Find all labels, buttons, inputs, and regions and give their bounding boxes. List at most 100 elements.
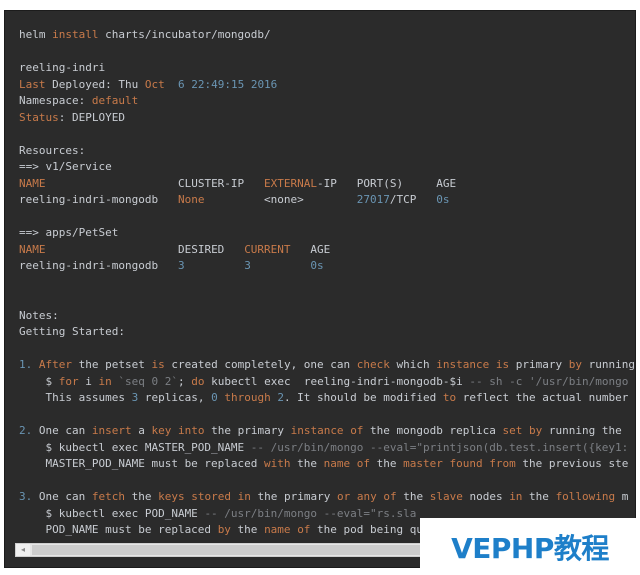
code-token: ; <box>177 374 192 388</box>
code-token: <none> <box>204 193 357 206</box>
code-token: POD_NAME must be replaced <box>19 523 218 536</box>
code-token: fetch <box>91 490 125 503</box>
terminal-line: Namespace: default <box>19 93 635 110</box>
code-token: AGE <box>290 242 331 256</box>
code-token: Namespace: <box>19 94 92 107</box>
terminal-line: reeling-indri-mongodb 3 3 0s <box>19 258 635 275</box>
terminal-line: MASTER_POD_NAME must be replaced with th… <box>19 456 635 473</box>
code-token: default <box>91 94 139 107</box>
code-token: CURRENT <box>244 242 291 256</box>
code-token: Deployed: Thu <box>45 77 145 91</box>
code-token: the <box>124 490 159 503</box>
code-token: the <box>396 490 430 503</box>
code-token: 0 <box>211 391 218 404</box>
code-token: instance <box>436 358 490 371</box>
code-token: 6 22:49:15 2016 <box>177 77 278 91</box>
code-token: the <box>522 490 556 503</box>
terminal-line: Resources: <box>19 143 635 160</box>
code-token: 0s <box>310 259 324 272</box>
code-token: reeling-indri <box>19 61 106 74</box>
code-token: Status <box>19 110 59 124</box>
code-token: running the following command <box>588 358 635 371</box>
code-token: : DEPLOYED <box>58 110 125 124</box>
code-token: $ kubectl exec MASTER_POD_NAME <box>19 440 251 454</box>
terminal-line: ==> v1/Service <box>19 159 635 176</box>
terminal-line: 1. After the petset is created completel… <box>19 357 635 374</box>
code-token: to <box>442 391 457 404</box>
code-token: the primary <box>204 424 291 437</box>
code-token: kubectl exec reeling-indri-mongodb-$i <box>204 374 470 388</box>
code-token: . It should be modified <box>283 391 443 404</box>
code-token: $ <box>19 374 59 388</box>
code-token: 2 <box>277 391 284 404</box>
terminal-output: helm install charts/incubator/mongodb/re… <box>4 10 636 568</box>
code-token: key <box>151 424 172 437</box>
code-token: primary <box>509 358 569 371</box>
code-token: running the <box>542 424 622 437</box>
code-token: name <box>264 523 291 536</box>
code-token: stored <box>191 490 231 503</box>
watermark-logo: VEPHP教程 <box>420 518 640 575</box>
code-token: -IP PORT(S) AGE <box>317 176 457 190</box>
code-token: 3 <box>177 259 185 272</box>
code-token: from <box>489 457 516 470</box>
code-token: install <box>52 28 99 41</box>
code-token: of <box>383 490 397 503</box>
terminal-line: Last Deployed: Thu Oct 6 22:49:15 2016 <box>19 77 635 94</box>
code-token: Getting Started: <box>19 325 125 338</box>
terminal-line: ==> apps/PetSet <box>19 225 635 242</box>
code-token: of <box>297 523 311 536</box>
code-token: check <box>356 358 390 371</box>
code-token: m <box>615 490 629 503</box>
code-token: with <box>264 457 291 470</box>
code-token: `seq 0 2` <box>118 374 178 388</box>
code-token: 0s <box>436 193 450 206</box>
code-token: EXTERNAL <box>264 176 318 190</box>
code-token: 3. <box>19 490 39 503</box>
terminal-line: helm install charts/incubator/mongodb/ <box>19 27 635 44</box>
code-token: any <box>356 490 377 503</box>
code-token: set <box>502 424 523 437</box>
terminal-line: NAME CLUSTER-IP EXTERNAL-IP PORT(S) AGE <box>19 176 635 193</box>
code-token: 2. <box>19 424 39 437</box>
code-token: the primary <box>250 490 337 503</box>
terminal-line: This assumes 3 replicas, 0 through 2. It… <box>19 390 635 407</box>
code-token: name <box>323 457 351 470</box>
code-token: through <box>224 391 271 404</box>
code-token: -- /usr/bin/mongo --eval="printjson(db.t… <box>250 440 629 454</box>
scroll-left-icon[interactable]: ◂ <box>16 544 30 556</box>
code-token: Last <box>19 77 46 91</box>
code-token: keys <box>158 490 185 503</box>
code-token: i <box>78 374 99 388</box>
code-token: by <box>217 523 231 536</box>
code-token: reeling-indri-mongodb <box>19 193 178 206</box>
code-token: of <box>350 424 364 437</box>
code-token: Resources: <box>19 143 86 157</box>
code-token: the <box>290 457 324 470</box>
code-token: in <box>237 490 251 503</box>
code-token: the <box>230 523 265 536</box>
code-token: following <box>555 490 616 503</box>
code-token: slave <box>429 490 463 503</box>
terminal-line: 3. One can fetch the keys stored in the … <box>19 489 635 506</box>
code-token: reeling-indri-mongodb <box>19 259 178 272</box>
code-token: is <box>495 358 510 371</box>
code-token: replicas, <box>138 391 212 404</box>
code-token: None <box>177 193 205 206</box>
code-token: master <box>403 457 443 470</box>
code-token: which <box>389 358 437 371</box>
code-token: This assumes <box>19 391 132 404</box>
code-token: NAME <box>19 176 46 190</box>
code-token: charts/incubator/mongodb/ <box>98 28 271 41</box>
